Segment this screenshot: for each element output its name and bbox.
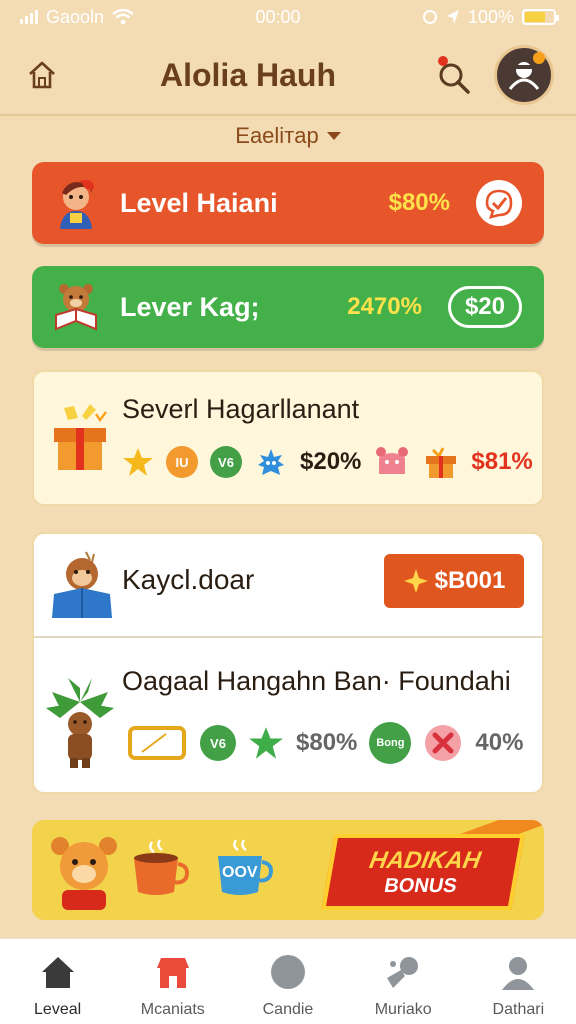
level-card-2-label: Lever Kag; — [120, 291, 260, 322]
badge-bong: Bong — [369, 722, 412, 764]
sparkle-icon — [403, 569, 428, 593]
nav-item-mcaniats[interactable]: Mcaniats — [123, 951, 223, 1019]
bonus-banner[interactable]: OOV HADIKAH BONUS — [32, 820, 544, 920]
game-icon — [387, 957, 419, 988]
bear-reading-icon — [55, 284, 97, 331]
nav-label-muriako: Muriako — [374, 1001, 432, 1018]
nav-label-leveal: Leveal — [34, 1001, 82, 1018]
list-item-2-pct-1: $80% — [296, 729, 358, 756]
home-icon — [29, 61, 55, 89]
profile-icon — [502, 957, 535, 990]
search-icon — [437, 56, 470, 94]
pink-creature-icon — [376, 447, 409, 474]
level-card-1[interactable]: Level Haiani $80% — [32, 162, 544, 244]
nav-label-dathari: Dathari — [492, 1001, 545, 1018]
reward-pct-2: $81% — [471, 448, 533, 475]
check-icon — [485, 189, 513, 219]
reward-pct-1: $20% — [300, 448, 362, 475]
nav-label-mcaniats: Mcaniats — [140, 1001, 205, 1018]
green-star-icon — [249, 727, 283, 759]
nav-item-candie[interactable]: Candie — [238, 951, 338, 1019]
signal-icon — [20, 10, 38, 24]
home-button[interactable] — [22, 55, 62, 95]
list-item-2-title: Oagaal Hangahn Ban· Foundahi — [122, 666, 511, 696]
shop-icon — [156, 958, 189, 988]
price-button-label: $B001 — [434, 567, 506, 594]
level-card-2-value: 2470% — [347, 293, 422, 320]
app-header: Alolia Hauh — [0, 40, 576, 110]
clock: 00:00 — [255, 6, 301, 27]
alarm-icon — [422, 10, 437, 24]
check-button[interactable] — [476, 180, 522, 226]
star-icon — [123, 448, 153, 476]
home-icon — [41, 957, 74, 988]
gift-box-icon — [54, 404, 107, 470]
list-item-2-pct-2: 40% — [475, 729, 524, 756]
search-button[interactable] — [434, 55, 474, 95]
location-icon — [446, 10, 459, 24]
list-item-2-badges: V6 $80% Bong 40% — [126, 722, 523, 764]
level-card-1-value: $80% — [388, 189, 450, 216]
bear-mascot-icon — [51, 837, 117, 910]
nav-item-muriako[interactable]: Muriako — [353, 951, 453, 1019]
ticket-icon — [128, 726, 186, 760]
compass-icon — [270, 955, 305, 989]
filter-label: Eaeliтap — [235, 123, 319, 148]
claim-button[interactable]: $20 — [447, 286, 522, 328]
chevron-down-icon — [326, 132, 341, 140]
bonus-line-2: BONUS — [382, 874, 459, 897]
kid-mascot-icon — [60, 180, 94, 229]
wifi-icon — [112, 9, 134, 25]
reward-card-title: Severl Hagarllanant — [122, 394, 360, 424]
blue-monster-icon — [258, 449, 284, 475]
list-item-kayclodoar[interactable]: Kaycl.doar $B001 — [34, 534, 542, 638]
reward-card[interactable]: Severl Hagarllanant IU V6 $20% $81% — [32, 370, 544, 506]
header-divider — [0, 114, 576, 116]
carrier-name: Gaooln — [46, 6, 105, 27]
nav-label-candie: Candie — [262, 1001, 314, 1018]
avatar[interactable] — [493, 45, 554, 105]
battery-icon — [521, 9, 559, 25]
cancel-icon — [425, 725, 462, 761]
bottom-nav: Leveal Mcaniats Candie Muriako Dathari — [0, 938, 576, 1024]
price-button[interactable]: $B001 — [384, 554, 524, 608]
list-item-1-title: Kaycl.doar — [122, 564, 255, 595]
status-bar: Gaooln 00:00 100% — [0, 0, 576, 34]
bonus-label[interactable]: HADIKAH BONUS — [321, 834, 525, 910]
badge-iu: IU — [166, 446, 198, 478]
level-card-1-label: Level Haiani — [120, 187, 278, 218]
badge-v6-2: V6 — [200, 725, 236, 761]
nav-item-leveal[interactable]: Leveal — [8, 951, 108, 1019]
bonus-line-1: HADIKAH — [367, 846, 483, 874]
nav-item-dathari[interactable]: Dathari — [468, 951, 568, 1019]
cup-label: OOV — [222, 864, 258, 881]
list-group: Kaycl.doar $B001 Oagaal Hangahn Ban· Fou… — [32, 532, 544, 794]
monkey-reading-icon — [52, 551, 112, 618]
filter-dropdown[interactable]: Eaeliтap — [0, 120, 576, 152]
orange-gift-icon — [426, 447, 457, 478]
battery-percent: 100% — [467, 6, 514, 27]
badge-v6: V6 — [210, 446, 242, 478]
reward-badges: IU V6 $20% $81% — [122, 444, 533, 480]
tea-cup-icon — [134, 839, 189, 895]
level-card-2[interactable]: Lever Kag; 2470% $20 — [32, 266, 544, 348]
palm-bear-icon — [46, 678, 114, 768]
coffee-cup: OOV — [212, 838, 274, 900]
page-title: Alolia Hauh — [159, 56, 336, 93]
